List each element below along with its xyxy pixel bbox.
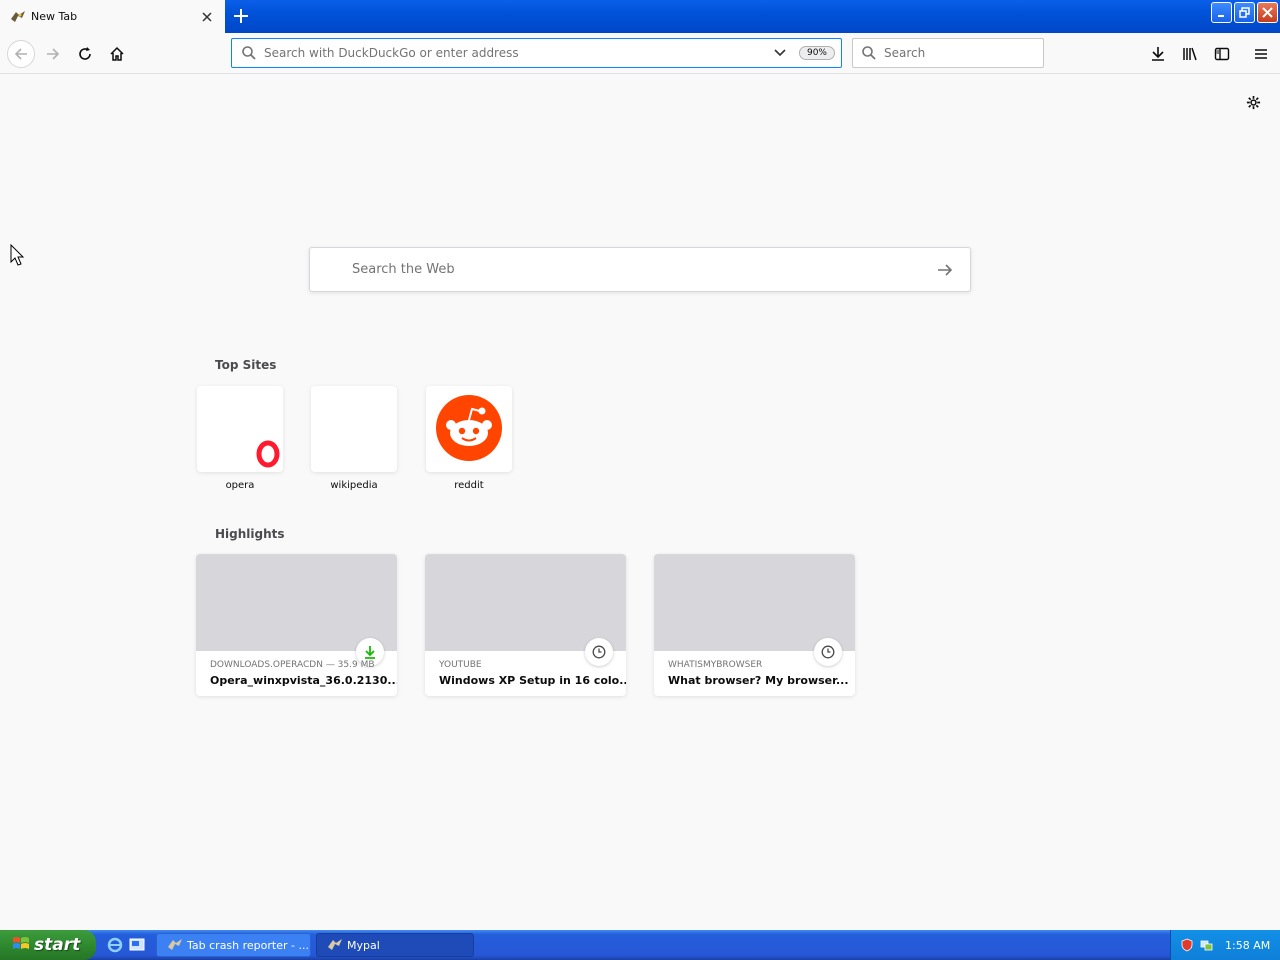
highlight-source: YOUTUBE <box>439 660 482 670</box>
highlight-thumbnail <box>196 554 397 651</box>
system-tray: 1:58 AM <box>1170 930 1280 960</box>
windows-logo-icon <box>12 935 30 956</box>
reload-icon <box>79 47 91 60</box>
reddit-logo-icon <box>436 394 502 464</box>
library-button[interactable] <box>1178 42 1202 66</box>
address-bar[interactable]: Search with DuckDuckGo or enter address … <box>231 38 842 68</box>
topsite-label: wikipedia <box>330 480 378 491</box>
menu-button[interactable] <box>1249 42 1273 66</box>
gear-icon[interactable] <box>1243 92 1263 112</box>
close-tab-icon[interactable] <box>199 9 215 25</box>
topsite-tile[interactable] <box>197 386 283 472</box>
highlight-thumbnail <box>425 554 626 651</box>
forward-button[interactable] <box>41 42 65 66</box>
topsite-opera[interactable]: opera <box>197 386 283 491</box>
topsite-label: reddit <box>454 480 484 491</box>
topsite-tile[interactable] <box>426 386 512 472</box>
home-button[interactable] <box>105 42 129 66</box>
address-placeholder: Search with DuckDuckGo or enter address <box>264 46 519 60</box>
minimize-button[interactable] <box>1211 2 1232 23</box>
navigation-toolbar: Search with DuckDuckGo or enter address … <box>0 33 1280 74</box>
opera-logo-icon <box>253 439 283 472</box>
highlight-title: Windows XP Setup in 16 colo... <box>439 674 626 687</box>
topsite-reddit[interactable]: reddit <box>426 386 512 491</box>
highlights-title: Highlights <box>215 527 285 541</box>
downloads-button[interactable] <box>1146 42 1170 66</box>
highlight-thumbnail <box>654 554 855 651</box>
sidebar-icon <box>1214 47 1230 61</box>
highlight-title: Opera_winxpvista_36.0.2130.... <box>210 674 397 687</box>
taskbar-item-label: Mypal <box>347 938 380 952</box>
security-shield-icon[interactable] <box>1179 937 1195 953</box>
highlight-card[interactable]: DOWNLOADS.OPERACDN — 35.9 MB Opera_winxp… <box>196 554 397 696</box>
topsite-tile[interactable] <box>311 386 397 472</box>
taskbar: start Tab crash reporter - ... Mypal 1:5… <box>0 930 1280 960</box>
library-icon <box>1183 47 1197 61</box>
taskbar-item-label: Tab crash reporter - ... <box>187 938 309 952</box>
start-label: start <box>34 935 81 955</box>
tab-new-tab[interactable]: New Tab <box>0 0 225 33</box>
new-tab-button[interactable] <box>230 5 252 27</box>
web-search-box[interactable]: Search the Web <box>309 247 971 292</box>
clock: 1:58 AM <box>1225 938 1271 952</box>
forward-arrow-icon <box>47 48 60 60</box>
restore-button[interactable] <box>1234 2 1255 23</box>
mypal-app-icon <box>167 937 183 953</box>
highlight-source: DOWNLOADS.OPERACDN — 35.9 MB <box>210 660 375 670</box>
network-icon[interactable] <box>1198 937 1214 953</box>
taskbar-item-tab-crash-reporter[interactable]: Tab crash reporter - ... <box>156 933 311 957</box>
reload-button[interactable] <box>73 42 97 66</box>
mouse-cursor-icon <box>10 243 26 271</box>
hamburger-menu-icon <box>1255 49 1267 59</box>
highlight-card[interactable]: YOUTUBE Windows XP Setup in 16 colo... <box>425 554 626 696</box>
topsite-label: opera <box>225 480 255 491</box>
highlight-title: What browser? My browser... <box>668 674 849 687</box>
internet-explorer-icon[interactable] <box>106 936 124 954</box>
show-desktop-icon[interactable] <box>128 936 146 954</box>
mypal-favicon-icon <box>10 9 26 25</box>
topsite-wikipedia[interactable]: wikipedia <box>311 386 397 491</box>
download-icon <box>1152 47 1164 61</box>
web-search-placeholder: Search the Web <box>352 262 455 277</box>
search-icon <box>239 43 259 63</box>
back-button[interactable] <box>7 40 35 68</box>
sidebar-toggle-button[interactable] <box>1210 42 1234 66</box>
highlight-source: WHATISMYBROWSER <box>668 660 763 670</box>
mypal-app-icon <box>327 937 343 953</box>
window-controls <box>1211 2 1278 23</box>
clock-icon <box>814 638 842 666</box>
top-sites-title: Top Sites <box>215 358 277 372</box>
clock-icon <box>585 638 613 666</box>
arrow-right-icon[interactable] <box>930 255 960 285</box>
title-bar: New Tab <box>0 0 1280 33</box>
home-icon <box>110 46 124 61</box>
chevron-down-icon[interactable] <box>771 44 789 62</box>
close-window-button[interactable] <box>1257 2 1278 23</box>
search-bar[interactable]: Search <box>852 38 1044 68</box>
start-button[interactable]: start <box>0 930 96 960</box>
search-placeholder: Search <box>884 46 926 60</box>
search-icon <box>859 43 879 63</box>
highlight-card[interactable]: WHATISMYBROWSER What browser? My browser… <box>654 554 855 696</box>
back-arrow-icon <box>14 48 27 60</box>
zoom-level-badge[interactable]: 90% <box>798 46 835 60</box>
taskbar-item-mypal[interactable]: Mypal <box>316 933 474 957</box>
tab-title: New Tab <box>31 10 78 23</box>
